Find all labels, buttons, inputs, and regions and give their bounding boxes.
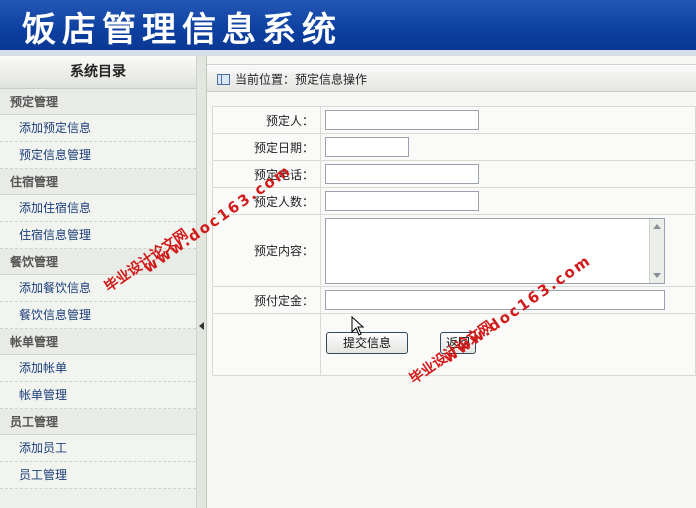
mouse-cursor-icon bbox=[351, 316, 365, 336]
sidebar-title: 系统目录 bbox=[0, 56, 196, 89]
sidebar-item-add-bill[interactable]: 添加帐单 bbox=[0, 355, 196, 382]
sidebar-group-booking[interactable]: 预定管理 bbox=[0, 89, 196, 115]
content-textarea[interactable] bbox=[325, 217, 665, 284]
sidebar-item-add-staff[interactable]: 添加员工 bbox=[0, 435, 196, 462]
content-label: 预定内容： bbox=[212, 214, 321, 287]
sidebar-group-lodging[interactable]: 住宿管理 bbox=[0, 169, 196, 195]
sidebar-item-add-booking[interactable]: 添加预定信息 bbox=[0, 115, 196, 142]
collapse-arrow-icon[interactable] bbox=[199, 322, 204, 330]
sidebar-item-add-dining[interactable]: 添加餐饮信息 bbox=[0, 275, 196, 302]
breadcrumb-text: 当前位置：预定信息操作 bbox=[235, 72, 368, 87]
deposit-input[interactable] bbox=[325, 290, 665, 310]
textarea-scrollbar[interactable] bbox=[649, 218, 664, 283]
sidebar-group-staff[interactable]: 员工管理 bbox=[0, 409, 196, 435]
scroll-up-icon[interactable] bbox=[653, 223, 661, 229]
sidebar: 系统目录 预定管理 添加预定信息 预定信息管理 住宿管理 添加住宿信息 住宿信息… bbox=[0, 56, 197, 508]
deposit-label: 预付定金： bbox=[212, 286, 321, 314]
form-spacer bbox=[212, 313, 321, 376]
phone-input[interactable] bbox=[325, 164, 479, 184]
date-label: 预定日期： bbox=[212, 133, 321, 161]
sidebar-item-add-lodging[interactable]: 添加住宿信息 bbox=[0, 195, 196, 222]
sidebar-item-manage-dining[interactable]: 餐饮信息管理 bbox=[0, 302, 196, 329]
sidebar-group-billing[interactable]: 帐单管理 bbox=[0, 329, 196, 355]
submit-button[interactable]: 提交信息 bbox=[326, 332, 408, 354]
sidebar-splitter[interactable] bbox=[197, 56, 207, 508]
date-input[interactable] bbox=[325, 137, 409, 157]
sidebar-item-manage-bill[interactable]: 帐单管理 bbox=[0, 382, 196, 409]
page-icon bbox=[217, 74, 230, 85]
count-input[interactable] bbox=[325, 191, 479, 211]
app-header: 饭店管理信息系统 bbox=[0, 0, 696, 56]
main-content: 当前位置：预定信息操作 预定人： 预定日期： 预定电话： 预定人数： 预定内容： bbox=[207, 56, 696, 508]
sidebar-item-manage-booking[interactable]: 预定信息管理 bbox=[0, 142, 196, 169]
sidebar-item-manage-staff[interactable]: 员工管理 bbox=[0, 462, 196, 489]
app-title: 饭店管理信息系统 bbox=[22, 10, 342, 50]
breadcrumb: 当前位置：预定信息操作 bbox=[207, 64, 696, 92]
booker-input[interactable] bbox=[325, 110, 479, 130]
scroll-down-icon[interactable] bbox=[653, 272, 661, 278]
booker-label: 预定人： bbox=[212, 106, 321, 134]
